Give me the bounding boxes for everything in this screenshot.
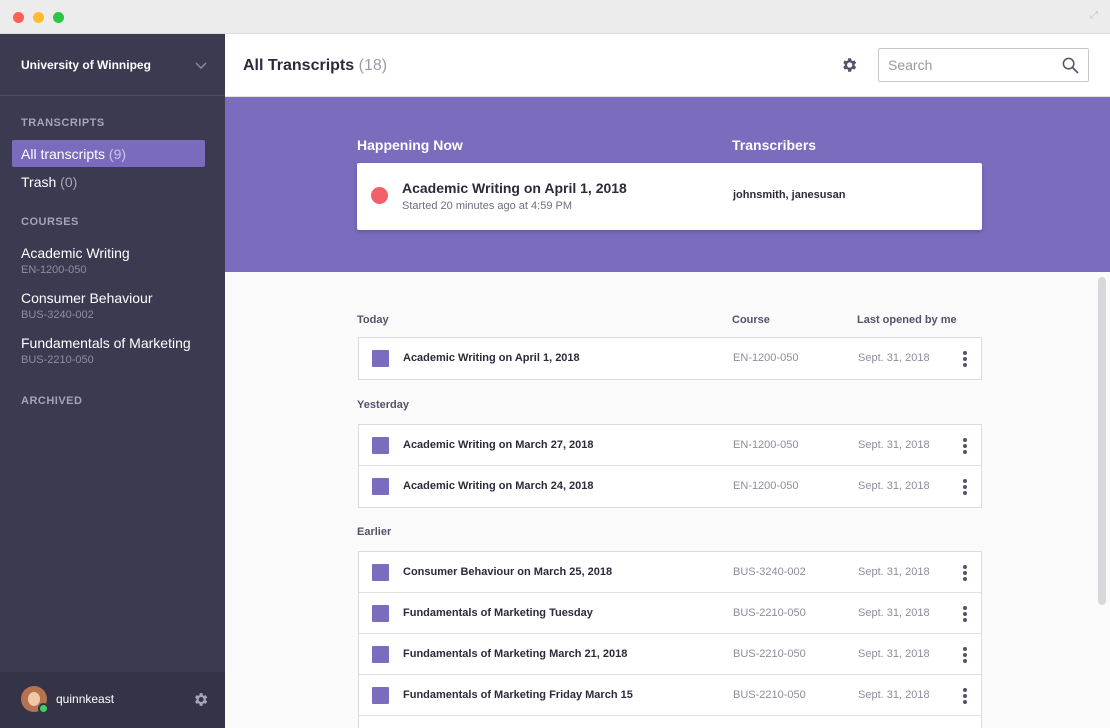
transcript-icon — [372, 478, 389, 495]
transcript-course: BUS-3240-002 — [733, 566, 806, 578]
transcript-icon — [372, 687, 389, 704]
sidebar-item-label: All transcripts (9) — [21, 146, 127, 162]
course-code: BUS-2210-050 — [21, 354, 94, 366]
sidebar-item-count: (9) — [108, 146, 127, 162]
fullscreen-icon[interactable]: ⤢ — [1090, 11, 1100, 21]
table-row[interactable]: Fundamentals of Marketing Tuesday BUS-22… — [359, 593, 981, 634]
archived-section-label[interactable]: ARCHIVED — [21, 395, 82, 407]
transcript-date: Sept. 31, 2018 — [858, 352, 930, 364]
search-icon[interactable] — [1062, 57, 1079, 74]
table-row[interactable] — [359, 716, 981, 728]
transcript-course: EN-1200-050 — [733, 480, 799, 492]
transcript-date: Sept. 31, 2018 — [858, 689, 930, 701]
more-options-icon[interactable] — [961, 437, 969, 454]
transcript-title: Fundamentals of Marketing March 21, 2018 — [403, 648, 628, 660]
sidebar-item-label: Trash (0) — [21, 174, 78, 190]
sidebar-course-consumer-behaviour[interactable]: Consumer Behaviour BUS-3240-002 — [21, 290, 211, 321]
transcript-icon — [372, 605, 389, 622]
transcript-icon — [372, 350, 389, 367]
transcript-list-earlier: Consumer Behaviour on March 25, 2018 BUS… — [358, 551, 982, 728]
transcript-date: Sept. 31, 2018 — [858, 607, 930, 619]
live-transcript-card[interactable]: Academic Writing on April 1, 2018 Starte… — [357, 163, 982, 230]
transcript-course: EN-1200-050 — [733, 439, 799, 451]
transcript-icon — [372, 564, 389, 581]
window-titlebar: ⤢ — [0, 0, 1110, 34]
sidebar-item-count: (0) — [60, 174, 78, 190]
minimize-window-button[interactable] — [33, 12, 44, 23]
course-code: EN-1200-050 — [21, 264, 87, 276]
page-header: All Transcripts (18) — [225, 34, 1110, 97]
transcript-title: Academic Writing on March 24, 2018 — [403, 480, 594, 492]
transcript-date: Sept. 31, 2018 — [858, 648, 930, 660]
close-window-button[interactable] — [13, 12, 24, 23]
transcript-course: BUS-2210-050 — [733, 607, 806, 619]
sidebar-item-trash[interactable]: Trash (0) — [12, 168, 205, 195]
live-transcript-title: Academic Writing on April 1, 2018 — [402, 180, 627, 196]
live-recording-icon — [371, 187, 388, 204]
sidebar-course-academic-writing[interactable]: Academic Writing EN-1200-050 — [21, 245, 211, 276]
table-row[interactable]: Academic Writing on March 24, 2018 EN-12… — [359, 466, 981, 507]
transcript-list-yesterday: Academic Writing on March 27, 2018 EN-12… — [358, 424, 982, 508]
live-transcript-subtitle: Started 20 minutes ago at 4:59 PM — [402, 200, 572, 212]
sidebar-item-all-transcripts[interactable]: All transcripts (9) — [12, 140, 205, 167]
chevron-down-icon — [195, 62, 207, 69]
gear-icon[interactable] — [192, 691, 209, 708]
table-row[interactable]: Academic Writing on April 1, 2018 EN-120… — [359, 338, 981, 379]
group-label-today: Today — [357, 314, 389, 326]
more-options-icon[interactable] — [961, 605, 969, 622]
search-input[interactable] — [888, 57, 1058, 73]
transcript-course: BUS-2210-050 — [733, 648, 806, 660]
scrollbar[interactable] — [1098, 277, 1106, 605]
transcript-title: Fundamentals of Marketing Tuesday — [403, 607, 593, 619]
course-name: Academic Writing — [21, 245, 130, 261]
more-options-icon[interactable] — [961, 564, 969, 581]
transcript-list-today: Academic Writing on April 1, 2018 EN-120… — [358, 337, 982, 380]
page-count: (18) — [358, 57, 388, 74]
course-name: Consumer Behaviour — [21, 290, 153, 306]
transcript-title: Academic Writing on April 1, 2018 — [403, 352, 580, 364]
more-options-icon[interactable] — [961, 350, 969, 367]
more-options-icon[interactable] — [961, 478, 969, 495]
org-switcher[interactable]: University of Winnipeg — [0, 34, 225, 96]
group-label-earlier: Earlier — [357, 526, 392, 538]
transcript-date: Sept. 31, 2018 — [858, 566, 930, 578]
transcript-date: Sept. 31, 2018 — [858, 480, 930, 492]
course-code: BUS-3240-002 — [21, 309, 94, 321]
more-options-icon[interactable] — [961, 646, 969, 663]
table-row[interactable]: Consumer Behaviour on March 25, 2018 BUS… — [359, 552, 981, 593]
course-name: Fundamentals of Marketing — [21, 335, 191, 351]
happening-now-label: Happening Now — [357, 137, 463, 153]
happening-now-banner: Happening Now Transcribers Academic Writ… — [225, 97, 1110, 272]
transcript-icon — [372, 646, 389, 663]
transcript-title: Consumer Behaviour on March 25, 2018 — [403, 566, 613, 578]
courses-section-label: COURSES — [21, 216, 79, 228]
transcripts-section-label: TRANSCRIPTS — [21, 117, 105, 129]
sidebar-course-fundamentals-of-marketing[interactable]: Fundamentals of Marketing BUS-2210-050 — [21, 335, 211, 366]
transcript-course: EN-1200-050 — [733, 352, 799, 364]
gear-icon[interactable] — [840, 56, 858, 74]
username: quinnkeast — [56, 692, 115, 706]
transcript-icon — [372, 437, 389, 454]
transcribers-label: Transcribers — [732, 137, 817, 153]
table-row[interactable]: Fundamentals of Marketing March 21, 2018… — [359, 634, 981, 675]
transcript-list-area: Today Course Last opened by me Academic … — [225, 272, 1110, 728]
zoom-window-button[interactable] — [53, 12, 64, 23]
group-label-yesterday: Yesterday — [357, 399, 409, 411]
user-bar: quinnkeast — [0, 672, 225, 728]
table-row[interactable]: Fundamentals of Marketing Friday March 1… — [359, 675, 981, 716]
search-box — [878, 48, 1089, 82]
column-header-last-opened: Last opened by me — [857, 314, 957, 326]
table-row[interactable]: Academic Writing on March 27, 2018 EN-12… — [359, 425, 981, 466]
transcript-title: Academic Writing on March 27, 2018 — [403, 439, 594, 451]
org-name: University of Winnipeg — [21, 58, 151, 72]
more-options-icon[interactable] — [961, 687, 969, 704]
online-status-icon — [38, 703, 49, 714]
live-transcribers: johnsmith, janesusan — [733, 189, 846, 201]
transcript-title: Fundamentals of Marketing Friday March 1… — [403, 689, 633, 701]
sidebar: University of Winnipeg TRANSCRIPTS All t… — [0, 34, 225, 728]
column-header-course: Course — [732, 314, 770, 326]
page-title: All Transcripts (18) — [243, 57, 388, 74]
transcript-date: Sept. 31, 2018 — [858, 439, 930, 451]
transcript-course: BUS-2210-050 — [733, 689, 806, 701]
